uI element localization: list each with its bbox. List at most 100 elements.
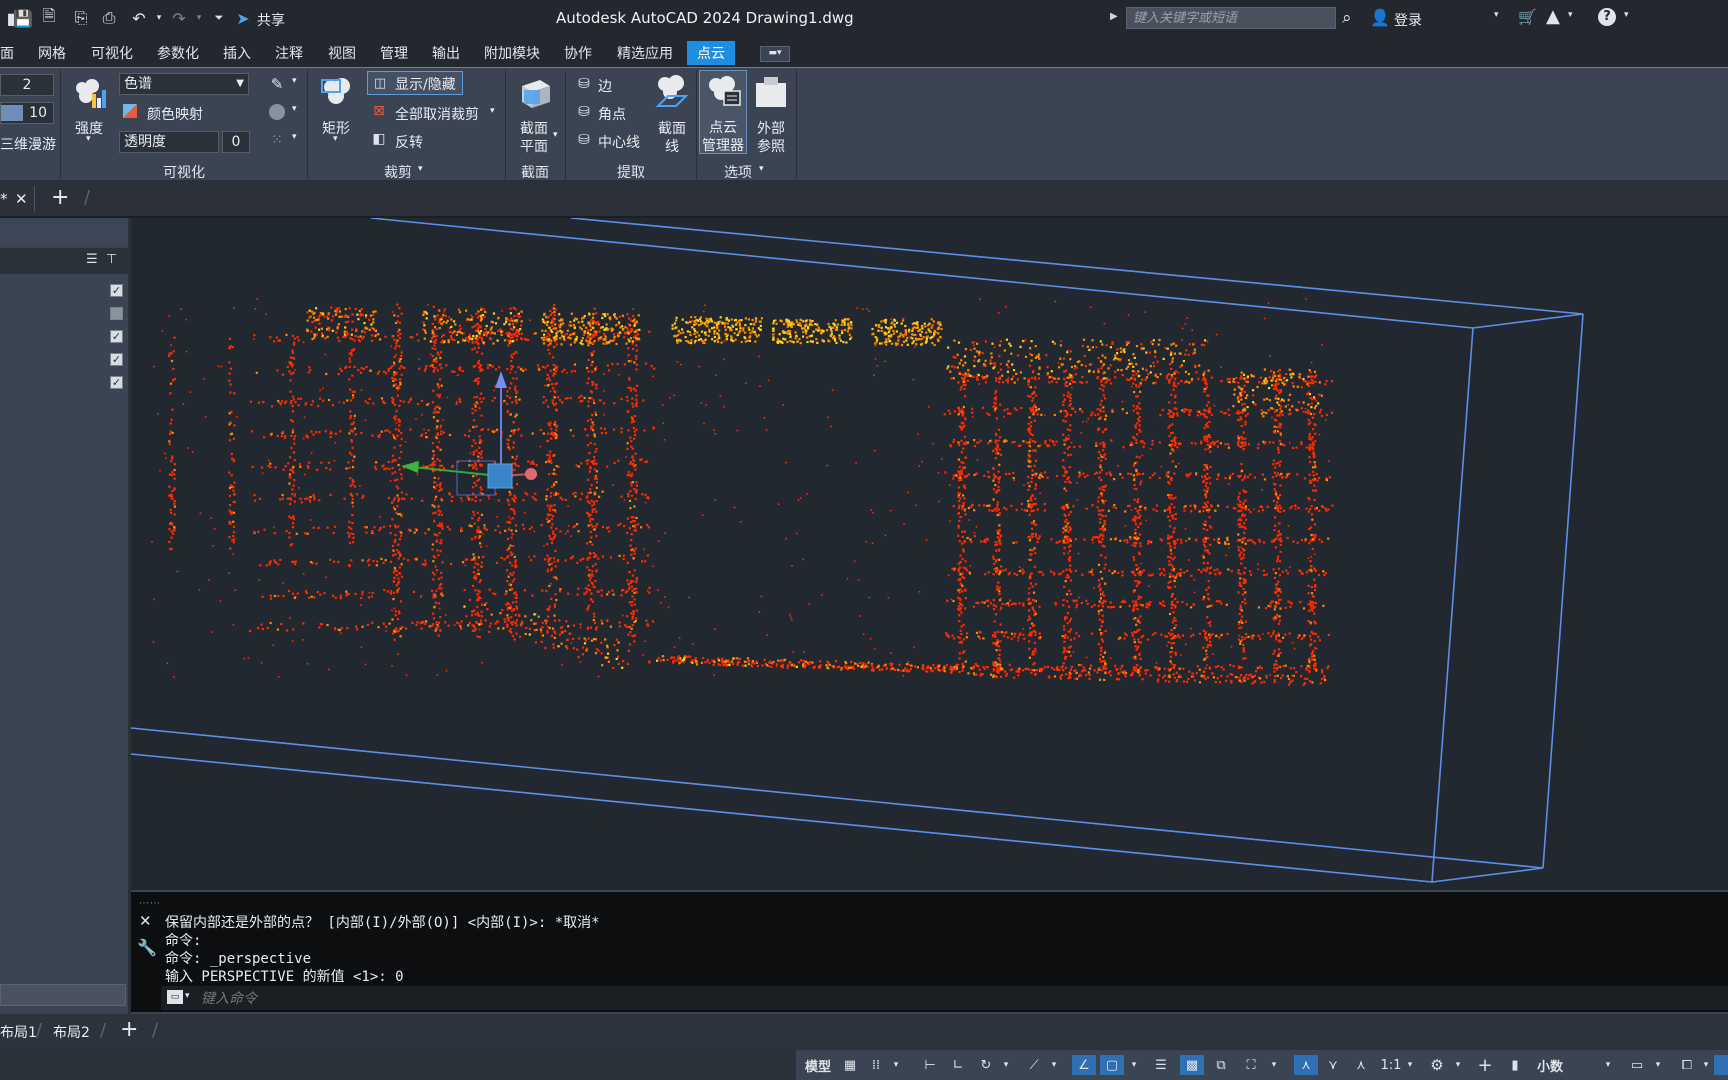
close-icon[interactable]: ✕ [15, 190, 28, 208]
section-plane-label-1[interactable]: 截面 [520, 118, 548, 138]
tab-point-cloud[interactable]: 点云 [687, 41, 735, 65]
visibility-checkbox[interactable] [110, 307, 123, 320]
section-line-label-1[interactable]: 截面 [658, 118, 686, 138]
tab-addins[interactable]: 附加模块 [484, 43, 540, 63]
drawing-viewport[interactable] [131, 218, 1728, 890]
external-reference-icon[interactable] [752, 73, 790, 111]
transparency-slider[interactable]: 透明度 [119, 131, 219, 153]
login-dropdown-icon[interactable]: ▾ [1494, 10, 1499, 20]
point-size-field[interactable]: 2 [0, 74, 54, 96]
login-label[interactable]: 登录 [1394, 10, 1422, 30]
cloud-point [1205, 437, 1209, 440]
palette-field[interactable] [0, 984, 126, 1006]
3d-walk-label[interactable]: 三维漫游 [0, 134, 56, 154]
section-line-label-2[interactable]: 线 [665, 136, 679, 156]
tab-surface[interactable]: 面 [0, 43, 14, 63]
cloud-point [415, 558, 418, 561]
autodesk-app-icon[interactable]: ▲ [1546, 6, 1560, 27]
xref-label-2[interactable]: 参照 [757, 136, 785, 156]
help-dropdown-icon[interactable]: ▾ [1624, 10, 1629, 20]
tab-manage[interactable]: 管理 [380, 43, 408, 63]
section-plane-dropdown-icon[interactable]: ▾ [553, 130, 558, 140]
share-label[interactable]: 共享 [257, 10, 285, 30]
export-icon[interactable]: ⎘ [70, 7, 92, 29]
cloud-point [170, 418, 173, 421]
tab-mesh[interactable]: 网格 [38, 43, 66, 63]
share-icon[interactable]: ➤ [232, 7, 254, 29]
visibility-checkbox[interactable]: ✓ [110, 330, 123, 343]
crop-panel-title[interactable]: 裁剪 [384, 162, 412, 182]
sphere-dropdown-icon[interactable]: ▾ [292, 104, 297, 114]
stylize-dropdown[interactable]: 色谱 ▼ [119, 73, 249, 95]
point-cloud-scene[interactable] [131, 218, 1728, 890]
cloud-point [232, 460, 236, 463]
section-plane-icon[interactable] [516, 74, 554, 112]
customize-quick-access-icon[interactable]: ⏷ [208, 7, 230, 29]
point-cloud-manager-button[interactable]: 点云 管理器 [699, 70, 747, 154]
invert-button[interactable]: 反转 [395, 132, 423, 152]
search-icon[interactable]: ⌕ [1342, 8, 1352, 28]
tab-featured-apps[interactable]: 精选应用 [617, 43, 673, 63]
tab-visualize[interactable]: 可视化 [91, 43, 133, 63]
uncrop-all-button[interactable]: 全部取消裁剪 [395, 104, 479, 124]
level-of-detail-field[interactable]: 10 [0, 102, 54, 124]
cube-points-dropdown-icon[interactable]: ▾ [292, 132, 297, 142]
rectangle-dropdown-icon[interactable]: ▾ [333, 134, 338, 144]
new-tab-button[interactable]: + [51, 185, 69, 210]
cart-icon[interactable]: 🛒 [1518, 8, 1537, 26]
undo-dropdown-icon[interactable]: ▾ [148, 7, 170, 29]
save-as-icon[interactable]: 🗎 [38, 6, 60, 29]
cloud-point [591, 525, 594, 528]
tab-insert[interactable]: 插入 [223, 43, 251, 63]
xref-label-1[interactable]: 外部 [757, 118, 785, 138]
visibility-checkbox[interactable]: ✓ [110, 284, 123, 297]
uncrop-dropdown-icon[interactable]: ▾ [490, 106, 495, 116]
color-map-button[interactable]: 颜色映射 [147, 104, 203, 124]
print-icon[interactable]: ⎙ [98, 7, 120, 29]
edge-button[interactable]: 边 [598, 76, 612, 96]
rectangle-crop-icon[interactable] [318, 74, 358, 114]
search-input[interactable] [1127, 8, 1335, 28]
undo-icon[interactable]: ↶ [128, 7, 150, 29]
ribbon-display-toggle-icon[interactable]: ▬▾ [760, 46, 790, 62]
cloud-point [997, 581, 1000, 584]
visibility-checkbox[interactable]: ✓ [110, 376, 123, 389]
tab-collaborate[interactable]: 协作 [564, 43, 592, 63]
pencil-dropdown-icon[interactable]: ▾ [292, 76, 297, 86]
cube-points-icon[interactable]: ⁙ [267, 130, 287, 150]
file-tab-current[interactable]: * [0, 190, 8, 208]
intensity-icon[interactable] [70, 74, 110, 114]
sphere-icon[interactable] [267, 102, 287, 122]
search-expand-icon[interactable]: ▶ [1110, 11, 1118, 22]
cloud-point [1168, 575, 1172, 578]
cloud-point [514, 319, 517, 322]
save-icon[interactable]: 💾 [12, 7, 34, 29]
cloud-point [308, 596, 311, 599]
app-dropdown-icon[interactable]: ▾ [1568, 10, 1573, 20]
options-panel-title[interactable]: 选项 [724, 162, 752, 182]
list-view-icon[interactable]: ☰ [86, 252, 98, 267]
search-box[interactable] [1126, 7, 1336, 29]
redo-dropdown-icon[interactable]: ▾ [188, 7, 210, 29]
crop-panel-expand-icon[interactable]: ▾ [418, 164, 423, 174]
section-line-icon[interactable] [652, 72, 692, 112]
options-panel-expand-icon[interactable]: ▾ [759, 164, 764, 174]
tab-output[interactable]: 输出 [432, 43, 460, 63]
redo-icon[interactable]: ↷ [168, 7, 190, 29]
tab-annotate[interactable]: 注释 [275, 43, 303, 63]
help-icon[interactable]: ? [1598, 8, 1616, 26]
centerline-button[interactable]: 中心线 [598, 132, 640, 152]
visibility-checkbox[interactable]: ✓ [110, 353, 123, 366]
tab-view[interactable]: 视图 [328, 43, 356, 63]
cloud-point [1139, 657, 1142, 660]
tree-view-icon[interactable]: ⊤ [106, 252, 117, 267]
tab-parametric[interactable]: 参数化 [157, 43, 199, 63]
cloud-point [289, 402, 292, 405]
pencil-icon[interactable]: ✎ [267, 74, 287, 94]
show-hide-cropping-button[interactable]: ◫ 显示/隐藏 [367, 71, 463, 95]
section-plane-label-2[interactable]: 平面 [520, 136, 548, 156]
cloud-point [394, 403, 397, 406]
intensity-dropdown-icon[interactable]: ▾ [86, 134, 91, 144]
transparency-value[interactable]: 0 [222, 131, 250, 153]
corner-button[interactable]: 角点 [598, 104, 626, 124]
